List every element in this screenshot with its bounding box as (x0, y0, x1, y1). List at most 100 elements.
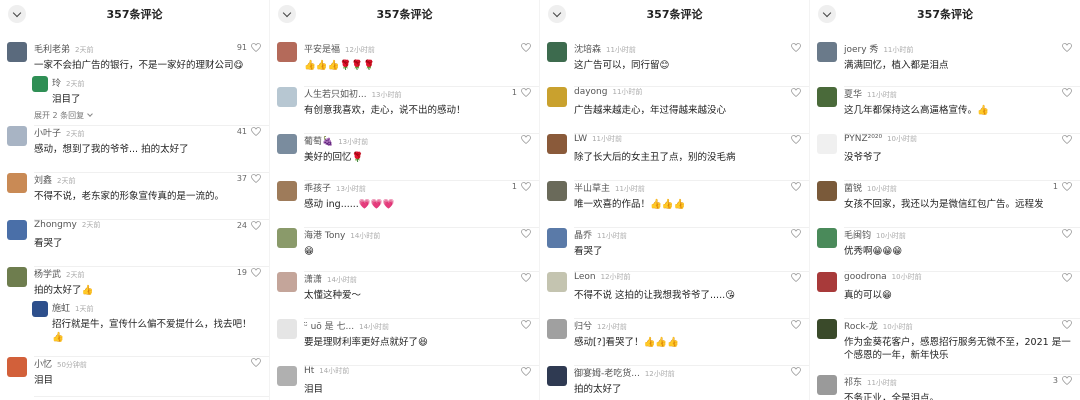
username[interactable]: 御宴姆-老吃货... (574, 366, 640, 379)
avatar[interactable] (277, 272, 297, 292)
avatar[interactable] (817, 134, 837, 154)
avatar[interactable] (547, 181, 567, 201)
like-button[interactable] (1058, 229, 1072, 238)
avatar[interactable] (817, 87, 837, 107)
username[interactable]: 海港 Tony (304, 228, 345, 241)
username[interactable]: 施虹 (52, 301, 70, 314)
username[interactable]: Ht (304, 366, 314, 376)
like-button[interactable] (517, 135, 531, 144)
avatar[interactable] (547, 228, 567, 248)
avatar[interactable] (32, 301, 48, 317)
collapse-button[interactable] (548, 5, 566, 23)
username[interactable]: LW (574, 134, 587, 144)
avatar[interactable] (7, 42, 27, 62)
avatar[interactable] (817, 42, 837, 62)
avatar[interactable] (277, 319, 297, 339)
like-button[interactable]: 91 (237, 43, 261, 52)
username[interactable]: dayong (574, 87, 607, 97)
username[interactable]: 平安是福 (304, 42, 340, 55)
like-button[interactable] (1058, 273, 1072, 282)
username[interactable]: PYNZ²⁰²⁰ (844, 134, 882, 144)
username[interactable]: 祁东 (844, 375, 862, 388)
collapse-button[interactable] (818, 5, 836, 23)
avatar[interactable] (547, 87, 567, 107)
like-button[interactable]: 1 (1053, 182, 1072, 191)
like-button[interactable] (787, 229, 801, 238)
like-button[interactable] (787, 135, 801, 144)
like-button[interactable]: 1 (512, 88, 531, 97)
like-button[interactable] (517, 320, 531, 329)
avatar[interactable] (32, 76, 48, 92)
username[interactable]: 沈培森 (574, 42, 601, 55)
like-button[interactable]: 41 (237, 127, 261, 136)
avatar[interactable] (547, 366, 567, 386)
username[interactable]: 小叶子 (34, 126, 61, 139)
avatar[interactable] (7, 220, 27, 240)
username[interactable]: Rock-龙 (844, 319, 878, 332)
like-button[interactable]: 19 (237, 268, 261, 277)
comment-meta: 小忆 50分钟前 (34, 357, 261, 371)
like-button[interactable] (517, 43, 531, 52)
username[interactable]: 菌锐 (844, 181, 862, 194)
username[interactable]: 潇潇 (304, 272, 322, 285)
username[interactable]: 刘鑫 (34, 173, 52, 186)
avatar[interactable] (277, 42, 297, 62)
avatar[interactable] (817, 319, 837, 339)
username[interactable]: goodrona (844, 272, 887, 282)
username[interactable]: 人生若只如初... (304, 87, 367, 100)
like-button[interactable]: 24 (237, 221, 261, 230)
username[interactable]: 毛利老弟 (34, 42, 70, 55)
like-button[interactable] (517, 367, 531, 376)
username[interactable]: 小忆 (34, 357, 52, 370)
avatar[interactable] (547, 134, 567, 154)
like-button[interactable] (517, 273, 531, 282)
avatar[interactable] (277, 366, 297, 386)
avatar[interactable] (547, 272, 567, 292)
like-button[interactable] (1058, 43, 1072, 52)
username[interactable]: Zhongmy (34, 220, 77, 230)
avatar[interactable] (7, 173, 27, 193)
username[interactable]: 杨学武 (34, 267, 61, 280)
avatar[interactable] (277, 87, 297, 107)
like-button[interactable] (787, 367, 801, 376)
username[interactable]: 夏华 (844, 87, 862, 100)
avatar[interactable] (547, 42, 567, 62)
username[interactable]: 归兮 (574, 319, 592, 332)
expand-replies-link[interactable]: 展开 2 条回复 (34, 110, 261, 121)
avatar[interactable] (817, 375, 837, 395)
like-button[interactable] (787, 43, 801, 52)
like-button[interactable] (787, 273, 801, 282)
like-button[interactable]: 1 (512, 182, 531, 191)
like-button[interactable] (787, 320, 801, 329)
avatar[interactable] (7, 267, 27, 287)
avatar[interactable] (7, 126, 27, 146)
username[interactable]: 乖孩子 (304, 181, 331, 194)
like-button[interactable]: 37 (237, 174, 261, 183)
like-button[interactable] (247, 358, 261, 367)
collapse-button[interactable] (8, 5, 26, 23)
avatar[interactable] (817, 181, 837, 201)
username[interactable]: 葡萄🍇 (304, 134, 333, 147)
username[interactable]: 毛闽钧 (844, 228, 871, 241)
like-button[interactable] (787, 88, 801, 97)
avatar[interactable] (277, 228, 297, 248)
avatar[interactable] (547, 319, 567, 339)
avatar[interactable] (817, 228, 837, 248)
like-button[interactable] (1058, 135, 1072, 144)
like-button[interactable] (1058, 88, 1072, 97)
username[interactable]: 玲 (52, 76, 61, 89)
username[interactable]: ᵕ̈ uō 是 七... (304, 319, 354, 332)
like-button[interactable]: 3 (1053, 376, 1072, 385)
avatar[interactable] (7, 357, 27, 377)
like-button[interactable] (1058, 320, 1072, 329)
avatar[interactable] (277, 181, 297, 201)
like-button[interactable] (787, 182, 801, 191)
collapse-button[interactable] (278, 5, 296, 23)
like-button[interactable] (517, 229, 531, 238)
username[interactable]: 半山草主 (574, 181, 610, 194)
username[interactable]: Leon (574, 272, 596, 282)
username[interactable]: 晶乔 (574, 228, 592, 241)
avatar[interactable] (277, 134, 297, 154)
username[interactable]: joery 秀 (844, 42, 878, 55)
avatar[interactable] (817, 272, 837, 292)
